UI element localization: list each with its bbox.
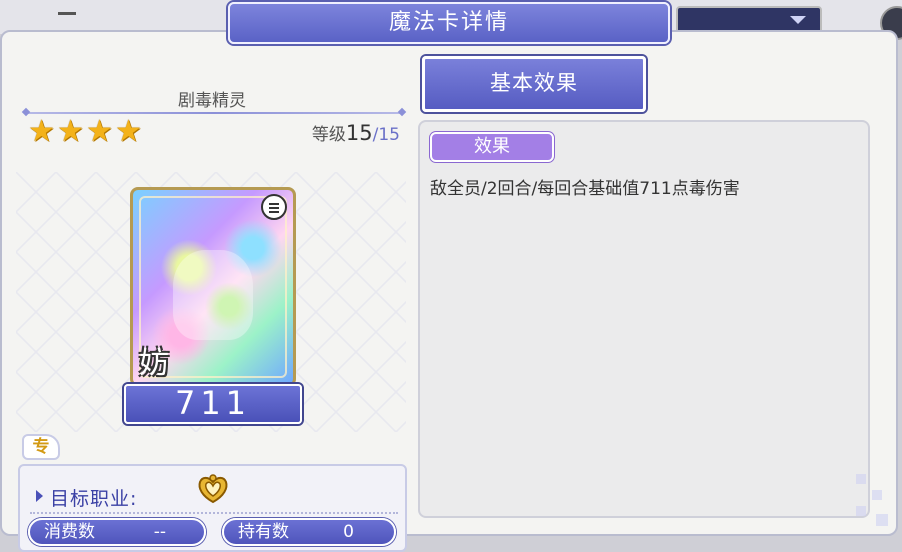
effect-description: 敌全员/2回合/每回合基础值711点毒伤害 <box>430 179 740 199</box>
exclusive-badge: 专 <box>22 434 60 460</box>
card-type-char: 妨 <box>139 346 169 381</box>
effect-tag: 效果 <box>430 132 554 162</box>
consume-value: -- <box>153 522 166 542</box>
level-label: 等级 <box>311 125 346 145</box>
magic-card-art[interactable]: 妨 <box>130 187 296 387</box>
consume-label: 消费数 <box>44 522 95 542</box>
triangle-bullet-icon <box>36 490 43 502</box>
level-current: 15 <box>345 121 373 145</box>
dialog-title: 魔法卡详情 <box>228 2 670 44</box>
target-job-label: 目标职业: <box>50 488 138 510</box>
star-rating: ★ ★ ★ ★ <box>28 114 143 149</box>
level-max: 15 <box>378 125 400 145</box>
card-level: 等级15/15 <box>282 120 400 145</box>
card-illustration <box>173 250 253 340</box>
job-class-icon <box>198 474 228 504</box>
background-dash <box>58 12 76 15</box>
dotted-divider <box>30 512 398 514</box>
star-icon: ★ <box>28 114 55 149</box>
star-icon: ★ <box>86 114 113 149</box>
hold-value: 0 <box>343 522 354 542</box>
effect-panel: 效果 敌全员/2回合/每回合基础值711点毒伤害 <box>418 120 870 518</box>
target-job-panel: 目标职业: 消费数 -- 持有数 0 <box>18 464 407 552</box>
star-icon: ★ <box>115 114 142 149</box>
hold-count: 持有数 0 <box>222 518 396 546</box>
card-name: 剧毒精灵 <box>178 91 246 111</box>
tab-basic-effect[interactable]: 基本效果 <box>422 56 646 112</box>
consume-count: 消费数 -- <box>28 518 206 546</box>
dropdown-arrow-icon <box>790 16 806 24</box>
hold-label: 持有数 <box>238 522 289 542</box>
card-menu-icon[interactable] <box>261 194 287 220</box>
magic-card-detail-dialog: 剧毒精灵 ★ ★ ★ ★ 等级15/15 妨 711 专 目标职业: 消费数 -… <box>0 30 898 552</box>
card-power-value: 711 <box>124 384 302 424</box>
corner-decoration <box>846 464 896 534</box>
star-icon: ★ <box>57 114 84 149</box>
